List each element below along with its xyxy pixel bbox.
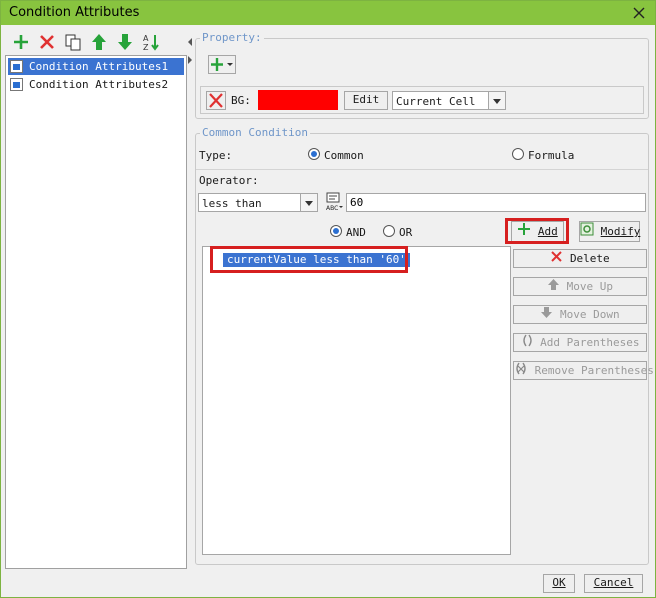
copy-icon[interactable] [63, 32, 83, 52]
divider [196, 169, 648, 170]
tree-item-condition-attributes1[interactable]: Condition Attributes1 [8, 58, 184, 75]
property-group: Property: BG: Edit Current Cell [195, 31, 649, 119]
and-radio[interactable] [330, 225, 342, 237]
or-label: OR [399, 226, 413, 239]
add-property-button[interactable] [208, 55, 236, 74]
delete-condition-label: Delete [569, 252, 610, 265]
window-title: Condition Attributes [9, 5, 140, 20]
condition-item-icon [10, 60, 23, 73]
condition-value-field[interactable] [347, 194, 645, 211]
move-up-icon[interactable] [89, 32, 109, 52]
common-condition-legend: Common Condition [200, 126, 310, 139]
operator-label: Operator: [199, 174, 259, 187]
ok-button[interactable]: OK [543, 574, 575, 593]
condition-list[interactable]: currentValue less than '60' [202, 246, 511, 555]
delete-icon[interactable] [37, 32, 57, 52]
operator-select[interactable]: less than [198, 193, 318, 212]
left-toolbar: A Z [5, 29, 187, 55]
dialog-footer: OK Cancel [1, 571, 655, 597]
condition-value-input[interactable] [346, 193, 646, 212]
type-formula-label: Formula [528, 149, 575, 162]
delete-icon [550, 250, 563, 268]
and-label: AND [346, 226, 366, 239]
move-down-icon[interactable] [115, 32, 135, 52]
value-type-icon[interactable]: ABC [325, 192, 343, 212]
left-panel: A Z Condition Attributes1 Condition Attr… [5, 29, 187, 569]
tree-item-label: Condition Attributes2 [29, 78, 169, 91]
scope-select[interactable]: Current Cell [392, 91, 506, 110]
type-common-label: Common [324, 149, 364, 162]
bg-color-swatch [258, 90, 338, 110]
condition-tree[interactable]: Condition Attributes1 Condition Attribut… [5, 55, 187, 569]
remove-parentheses-button[interactable]: Remove Parentheses [513, 361, 654, 380]
title-bar: Condition Attributes [1, 1, 655, 25]
modify-icon [580, 222, 594, 242]
modify-condition-button[interactable]: Modify [579, 221, 640, 242]
remove-property-button[interactable] [206, 91, 226, 110]
remove-parentheses-icon [514, 362, 528, 380]
delete-condition-button[interactable]: Delete [513, 249, 647, 268]
condition-item-highlight [210, 246, 408, 273]
property-row: BG: Edit Current Cell [200, 86, 644, 114]
cancel-label: Cancel [593, 576, 634, 589]
or-radio[interactable] [383, 225, 395, 237]
common-condition-group: Common Condition Type: Common Formula Op… [195, 126, 654, 565]
arrow-up-icon [547, 278, 560, 296]
chevron-down-icon [300, 194, 317, 211]
svg-text:Z: Z [143, 43, 149, 52]
condition-attributes-dialog: Condition Attributes A Z Condition Attri… [0, 0, 656, 598]
scope-value: Current Cell [396, 95, 476, 108]
type-formula-radio[interactable] [512, 148, 524, 160]
condition-item-icon [10, 78, 23, 91]
type-label: Type: [199, 149, 233, 162]
add-button-highlight [505, 218, 569, 244]
remove-parentheses-label: Remove Parentheses [534, 364, 654, 377]
arrow-down-icon [540, 306, 553, 324]
close-icon[interactable] [629, 3, 649, 23]
edit-button[interactable]: Edit [344, 91, 388, 110]
svg-text:A: A [143, 34, 149, 43]
tree-item-label: Condition Attributes1 [29, 60, 169, 73]
move-up-label: Move Up [566, 280, 613, 293]
chevron-down-icon [488, 92, 505, 109]
svg-text:ABC: ABC [326, 205, 338, 212]
tree-item-condition-attributes2[interactable]: Condition Attributes2 [8, 76, 184, 93]
operator-value: less than [202, 197, 262, 210]
sort-az-icon[interactable]: A Z [141, 32, 161, 52]
property-legend: Property: [200, 31, 264, 44]
add-parentheses-label: Add Parentheses [540, 336, 640, 349]
cancel-button[interactable]: Cancel [584, 574, 643, 593]
move-down-button[interactable]: Move Down [513, 305, 647, 324]
parentheses-icon [521, 334, 534, 352]
add-icon[interactable] [11, 32, 31, 52]
add-parentheses-button[interactable]: Add Parentheses [513, 333, 647, 352]
bg-label: BG: [231, 94, 251, 107]
move-up-button[interactable]: Move Up [513, 277, 647, 296]
panel-splitter[interactable] [187, 29, 193, 569]
ok-label: OK [552, 576, 566, 589]
type-common-radio[interactable] [308, 148, 320, 160]
move-down-label: Move Down [560, 308, 620, 321]
modify-condition-label: Modify [600, 225, 641, 238]
